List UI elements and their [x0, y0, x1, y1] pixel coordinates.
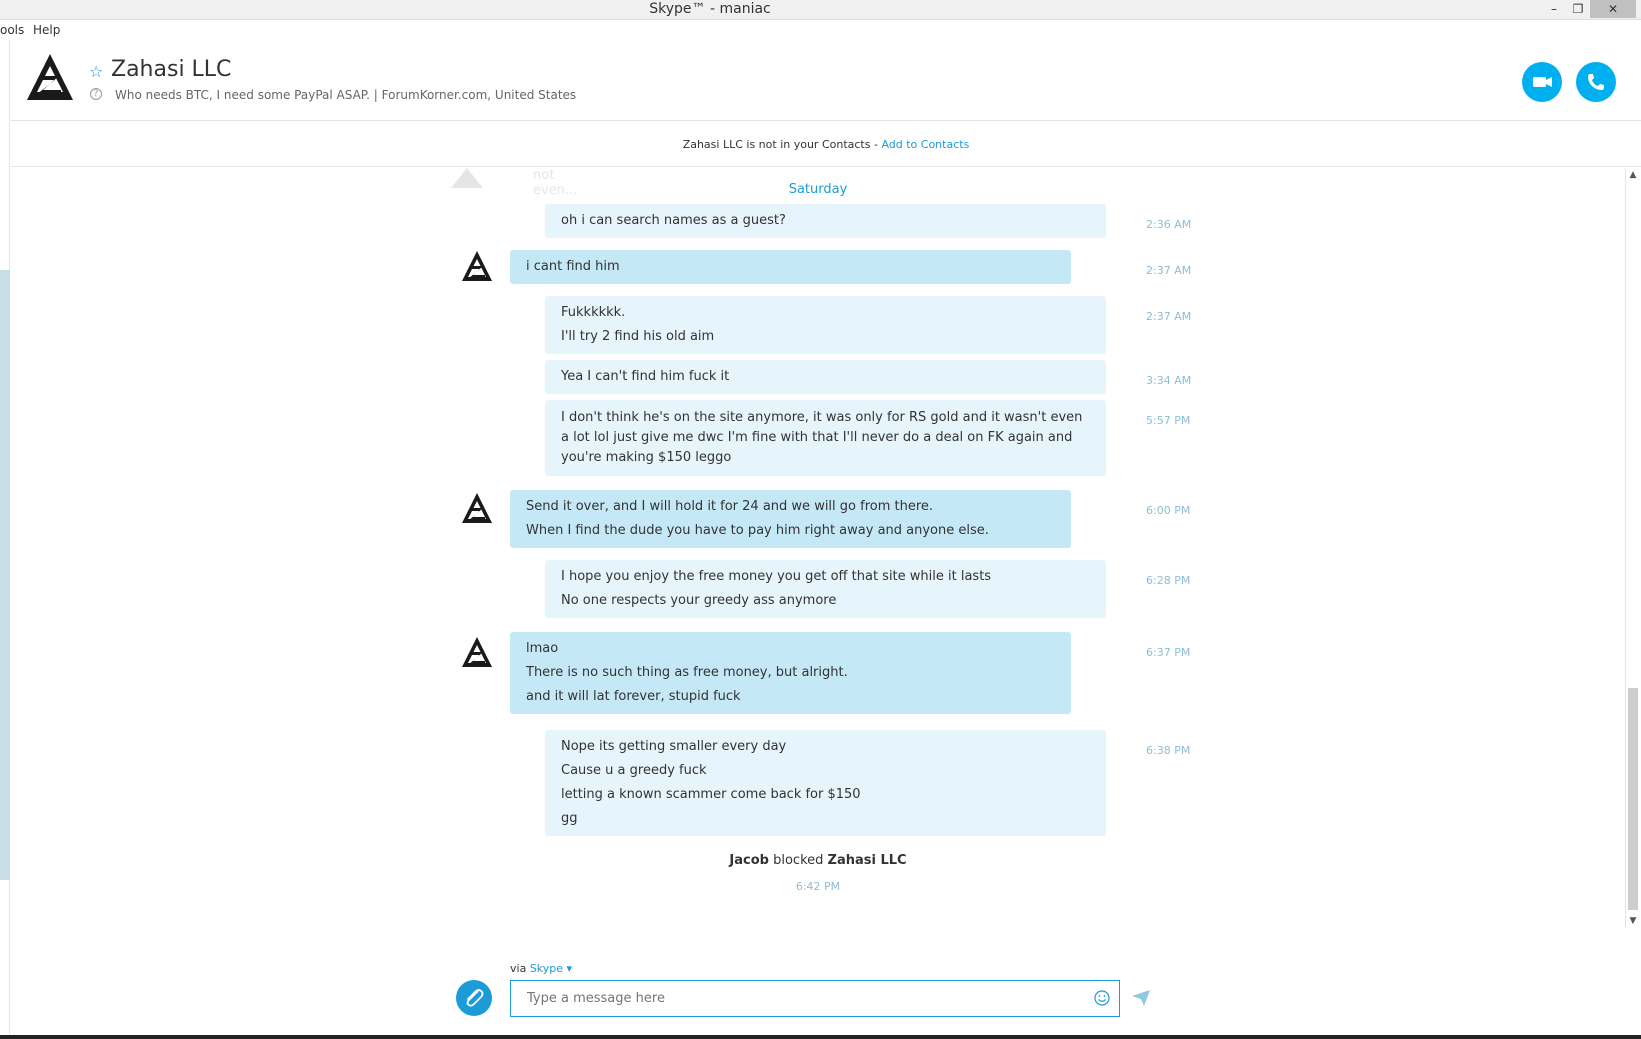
video-call-icon [1533, 77, 1552, 87]
menu-bar: ools Help [0, 20, 1641, 40]
message-time: 6:00 PM [1146, 504, 1191, 517]
message-line: I don't think he's on the site anymore, … [561, 410, 1083, 465]
attach-button[interactable] [456, 980, 492, 1016]
scroll-down-icon[interactable]: ▼ [1626, 914, 1640, 928]
message-time: 2:36 AM [1146, 218, 1192, 231]
message-time: 5:57 PM [1146, 414, 1191, 427]
message-time: 3:34 AM [1146, 374, 1192, 387]
message-line: Nope its getting smaller every day [561, 739, 787, 754]
contact-avatar-small[interactable] [461, 636, 493, 668]
help-icon: ? [90, 88, 102, 100]
contact-avatar-small[interactable] [461, 250, 493, 282]
contact-avatar[interactable] [25, 52, 75, 102]
message-bubble[interactable]: Nope its getting smaller every day Cause… [545, 730, 1106, 836]
video-call-button[interactable] [1522, 62, 1562, 102]
message-line: Cause u a greedy fuck [561, 763, 707, 778]
contact-mood: Who needs BTC, I need some PayPal ASAP. … [115, 88, 577, 102]
message-line: There is no such thing as free money, bu… [526, 665, 848, 680]
close-button[interactable]: ✕ [1590, 0, 1636, 18]
message-bubble[interactable]: i cant find him [510, 250, 1071, 284]
message-line: When I find the dude you have to pay him… [526, 523, 989, 538]
via-prefix: via [510, 962, 530, 975]
blocked-actor: Jacob [729, 853, 769, 868]
blocked-event-time: 6:42 PM [795, 880, 841, 893]
paperclip-icon [466, 989, 484, 1007]
contact-avatar-small[interactable] [461, 492, 493, 524]
blocked-verb: blocked [768, 853, 828, 868]
star-icon[interactable]: ☆ [89, 62, 103, 81]
message-line: gg [561, 811, 578, 826]
menu-tools[interactable]: ools [0, 23, 24, 37]
message-bubble[interactable]: lmao There is no such thing as free mone… [510, 632, 1071, 714]
scrollbar-thumb[interactable] [1628, 688, 1638, 910]
chat-scrollbar[interactable]: ▲ ▼ [1625, 168, 1639, 928]
message-line: Fukkkkkk. [561, 305, 626, 320]
message-line: No one respects your greedy ass anymore [561, 593, 837, 608]
message-line: and it will lat forever, stupid fuck [526, 689, 741, 704]
message-bubble[interactable]: Fukkkkkk. I'll try 2 find his old aim [545, 296, 1106, 354]
blocked-target: Zahasi LLC [827, 853, 907, 868]
message-bubble[interactable]: oh i can search names as a guest? [545, 204, 1106, 238]
day-separator: Saturday [788, 182, 848, 197]
message-time: 2:37 AM [1146, 264, 1192, 277]
scroll-up-icon[interactable]: ▲ [1626, 168, 1640, 182]
message-bubble[interactable]: I don't think he's on the site anymore, … [545, 400, 1106, 476]
message-bubble[interactable]: I hope you enjoy the free money you get … [545, 560, 1106, 618]
conversation-header: ☆ Zahasi LLC ? Who needs BTC, I need som… [11, 40, 1641, 121]
message-time: 6:38 PM [1146, 744, 1191, 757]
message-input[interactable] [510, 980, 1120, 1017]
message-line: i cant find him [526, 259, 620, 274]
via-selector[interactable]: via Skype ▾ [510, 962, 572, 975]
left-panel-scroll [0, 270, 10, 880]
message-line: Yea I can't find him fuck it [561, 369, 730, 384]
left-panel-edge [0, 40, 10, 1039]
message-line: lmao [526, 641, 559, 656]
message-line: I hope you enjoy the free money you get … [561, 569, 992, 584]
restore-button[interactable]: ❐ [1564, 0, 1592, 18]
not-in-contacts-notice: Zahasi LLC is not in your Contacts - Add… [11, 122, 1641, 167]
message-time: 6:37 PM [1146, 646, 1191, 659]
message-time: 2:37 AM [1146, 310, 1192, 323]
contact-name[interactable]: Zahasi LLC [111, 57, 231, 82]
menu-help[interactable]: Help [33, 23, 60, 37]
message-line: I'll try 2 find his old aim [561, 329, 715, 344]
window-bottom-edge [0, 1035, 1641, 1039]
send-icon[interactable] [1132, 990, 1150, 1006]
phone-icon [1588, 74, 1604, 90]
chevron-down-icon[interactable]: ▾ [563, 962, 573, 975]
chat-history: not even... Saturday oh i can search nam… [11, 168, 1625, 928]
message-time: 6:28 PM [1146, 574, 1191, 587]
message-line: letting a known scammer come back for $1… [561, 787, 861, 802]
message-line: Send it over, and I will hold it for 24 … [526, 499, 934, 514]
window-title: Skype™ - maniac [649, 1, 771, 17]
via-service[interactable]: Skype [530, 962, 563, 975]
message-bubble[interactable]: Yea I can't find him fuck it [545, 360, 1106, 394]
blocked-event: Jacob blocked Zahasi LLC [11, 853, 1625, 868]
audio-call-button[interactable] [1576, 62, 1616, 102]
add-to-contacts-link[interactable]: Add to Contacts [881, 138, 969, 151]
smiley-icon[interactable] [1094, 990, 1110, 1006]
message-bubble[interactable]: Send it over, and I will hold it for 24 … [510, 490, 1071, 548]
message-line: oh i can search names as a guest? [561, 213, 786, 228]
title-bar: Skype™ - maniac – ❐ ✕ [0, 0, 1641, 20]
notice-text: Zahasi LLC is not in your Contacts - [682, 138, 882, 151]
